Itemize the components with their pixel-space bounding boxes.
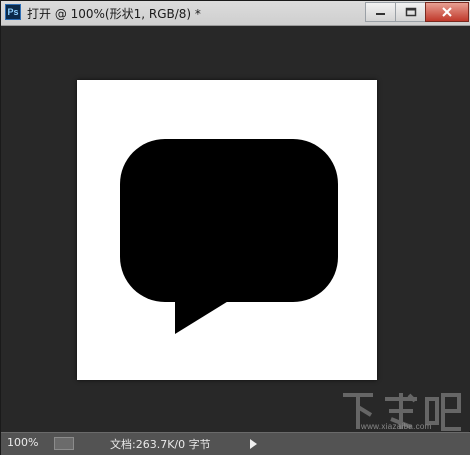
photoshop-document-window: Ps 打开 @ 100%(形状1, RGB/8) * www.xiazaiba.…: [0, 0, 470, 455]
minimize-icon: [375, 13, 385, 15]
close-button[interactable]: [425, 2, 469, 22]
zoom-level[interactable]: 100%: [7, 436, 38, 449]
document-canvas[interactable]: [77, 80, 377, 380]
minimize-button[interactable]: [365, 2, 396, 22]
close-icon: [442, 7, 452, 17]
triangle-right-icon[interactable]: [250, 439, 257, 449]
window-controls: [365, 2, 469, 22]
title-bar[interactable]: Ps 打开 @ 100%(形状1, RGB/8) *: [1, 1, 470, 26]
speech-bubble-tail: [175, 292, 243, 334]
speech-bubble-body: [120, 139, 338, 302]
document-size-info: 文档:263.7K/0 字节: [110, 438, 211, 451]
status-preview-icon[interactable]: [54, 437, 74, 450]
photoshop-app-icon[interactable]: Ps: [5, 4, 21, 20]
watermark-url: www.xiazaiba.com: [361, 422, 432, 431]
canvas-workspace[interactable]: [1, 26, 470, 431]
status-bar: 100% 文档:263.7K/0 字节: [1, 432, 470, 455]
speech-bubble-shape[interactable]: [77, 80, 377, 380]
window-title: 打开 @ 100%(形状1, RGB/8) *: [27, 7, 201, 21]
maximize-button[interactable]: [395, 2, 426, 22]
maximize-icon: [405, 7, 416, 17]
